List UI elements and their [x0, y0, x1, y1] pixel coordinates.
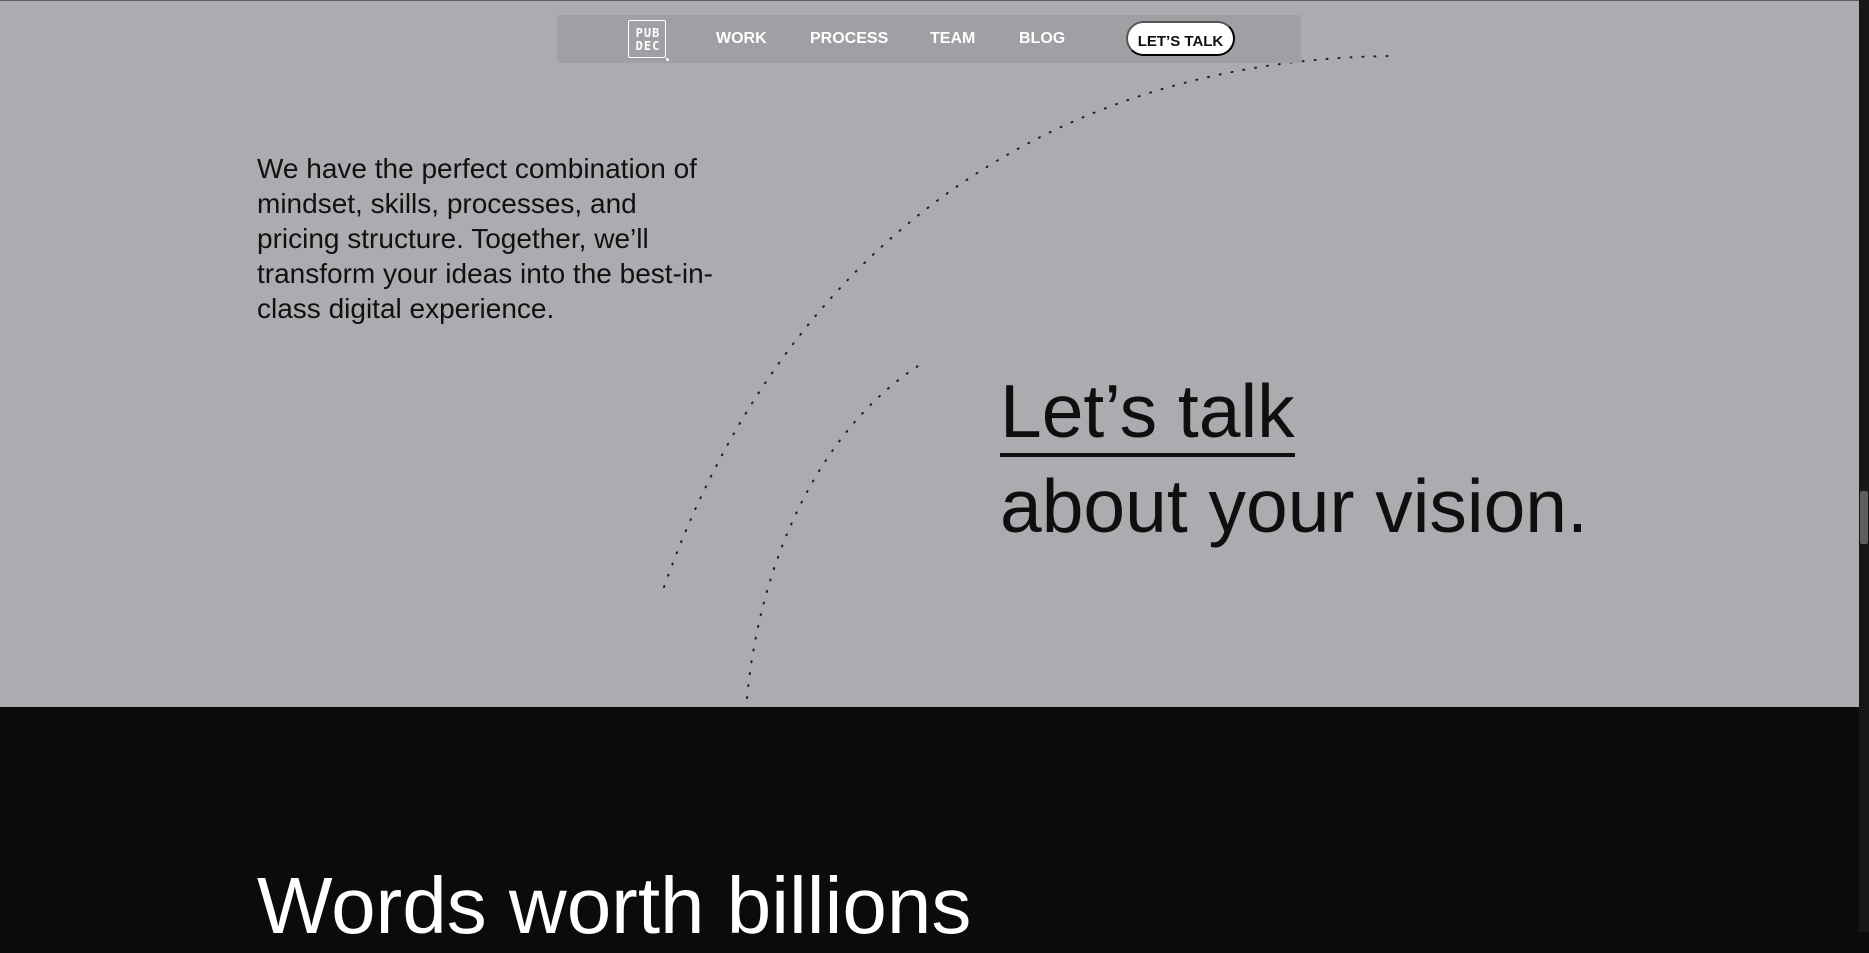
section-title: Words worth billions: [257, 861, 972, 950]
nav-link-work[interactable]: WORK: [716, 30, 767, 48]
logo-dot: [666, 58, 669, 61]
logo-text-bottom: DEC: [635, 39, 661, 53]
nav-link-blog[interactable]: BLOG: [1019, 30, 1065, 48]
intro-paragraph: We have the perfect combination of minds…: [257, 153, 713, 324]
top-navigation: PUB DEC WORK PROCESS TEAM BLOG LET’S TAL…: [557, 15, 1301, 63]
brand-logo[interactable]: PUB DEC: [628, 20, 669, 61]
scrollbar-thumb[interactable]: [1860, 491, 1868, 544]
decorative-dotted-curves: [663, 55, 1393, 699]
hero-section: PUB DEC WORK PROCESS TEAM BLOG LET’S TAL…: [0, 0, 1859, 707]
vision-text: about your vision.: [1000, 464, 1588, 548]
nav-link-team[interactable]: TEAM: [930, 30, 975, 48]
logo-text-top: PUB: [635, 26, 661, 40]
contact-cta-block: Let’s talk about your vision.: [1000, 364, 1588, 554]
lets-talk-link[interactable]: Let’s talk: [1000, 371, 1295, 457]
nav-link-process[interactable]: PROCESS: [810, 30, 888, 48]
page-scrollbar[interactable]: [1859, 0, 1869, 932]
dotted-arc-inner: [746, 365, 919, 699]
lets-talk-button[interactable]: LET’S TALK: [1126, 21, 1235, 56]
